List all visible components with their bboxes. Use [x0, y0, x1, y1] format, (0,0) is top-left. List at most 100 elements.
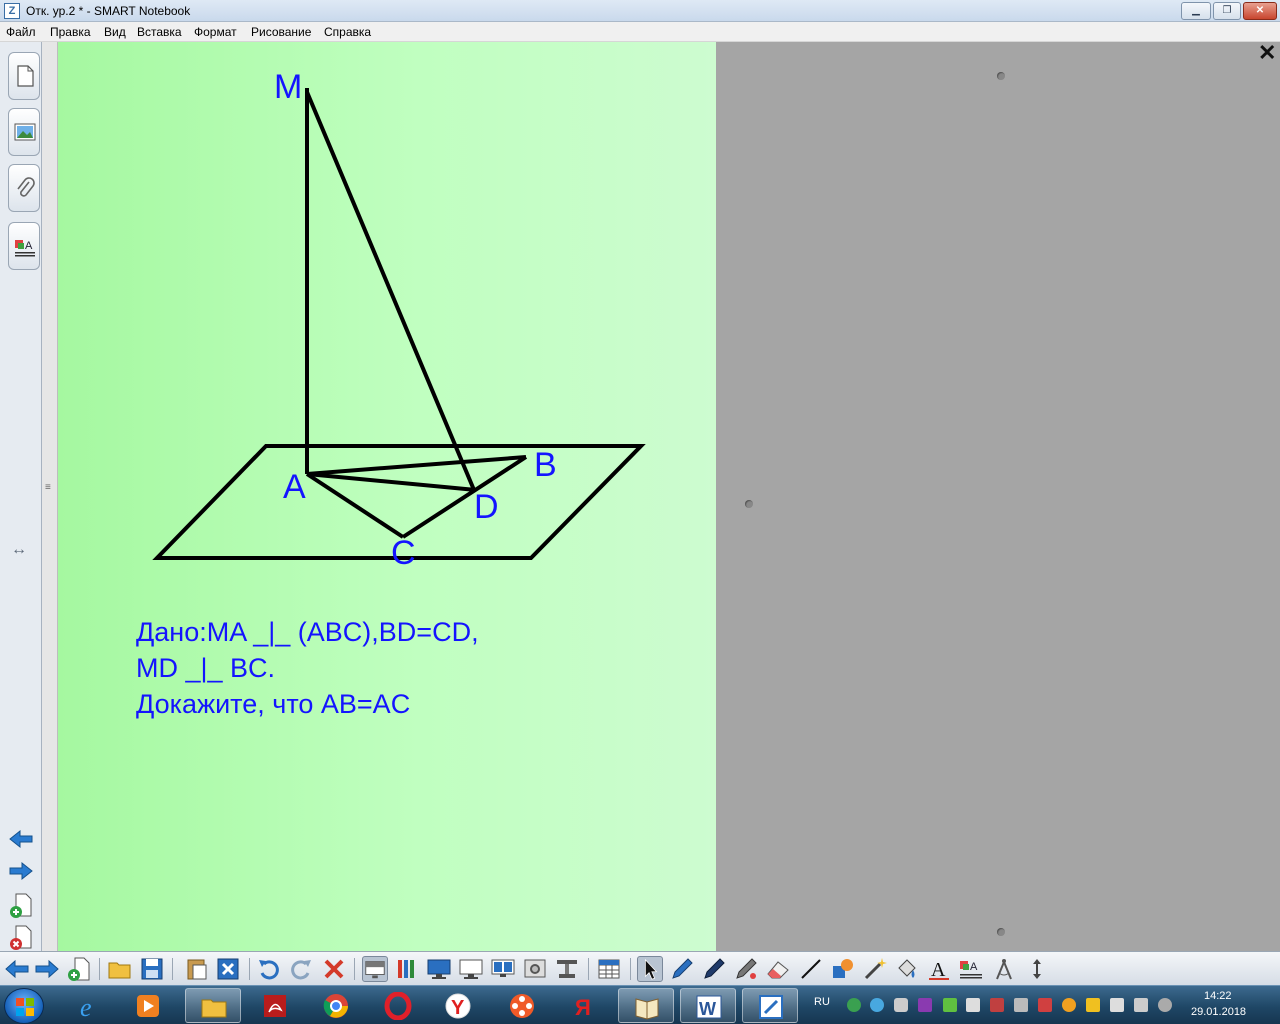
menu-view[interactable]: Вид — [104, 25, 126, 39]
screen-capture-icon[interactable] — [522, 956, 548, 982]
back-arrow-icon[interactable] — [4, 956, 30, 982]
tray-usb-icon[interactable] — [1134, 998, 1148, 1012]
acrobat-icon — [264, 995, 286, 1017]
yandex-button[interactable]: Я — [555, 988, 611, 1023]
svg-text:A: A — [931, 959, 946, 981]
menu-help[interactable]: Справка — [324, 25, 371, 39]
toolbar-separator — [354, 958, 355, 980]
add-page-icon[interactable] — [66, 956, 92, 982]
tray-monitor-icon[interactable] — [894, 998, 908, 1012]
menu-edit[interactable]: Правка — [50, 25, 91, 39]
minimize-button[interactable]: ▁ — [1181, 2, 1211, 20]
undo-icon[interactable] — [256, 956, 282, 982]
segment-ab[interactable] — [306, 455, 527, 476]
magic-wand-icon[interactable] — [862, 956, 888, 982]
pen-icon[interactable] — [669, 956, 695, 982]
gallery-tab[interactable] — [8, 108, 40, 156]
yandex-browser-button[interactable]: Y — [430, 988, 486, 1023]
tray-onenote-icon[interactable] — [918, 998, 932, 1012]
delete-icon[interactable] — [321, 956, 347, 982]
delete-page-icon[interactable] — [8, 924, 34, 952]
sidebar-splitter[interactable]: ≡ — [42, 42, 58, 951]
label-a[interactable]: A — [283, 468, 306, 506]
add-page-icon[interactable] — [8, 892, 34, 920]
tray-app-icon[interactable] — [847, 998, 861, 1012]
screen-shade-icon[interactable] — [362, 956, 388, 982]
open-folder-icon[interactable] — [107, 956, 133, 982]
tray-device-icon[interactable] — [990, 998, 1004, 1012]
pens-icon[interactable] — [394, 956, 420, 982]
label-c[interactable]: C — [391, 534, 416, 572]
dual-page-icon[interactable] — [490, 956, 516, 982]
close-page-icon[interactable]: ✕ — [1258, 42, 1276, 64]
label-d[interactable]: D — [474, 488, 499, 526]
full-screen-icon[interactable] — [458, 956, 484, 982]
tray-update-icon[interactable] — [1062, 998, 1076, 1012]
tray-flag-icon[interactable] — [1038, 998, 1052, 1012]
clock-time[interactable]: 14:22 — [1204, 990, 1232, 1002]
menu-draw[interactable]: Рисование — [251, 25, 311, 39]
shapes-icon[interactable] — [830, 956, 856, 982]
document-camera-icon[interactable] — [554, 956, 580, 982]
menu-format[interactable]: Формат — [194, 25, 237, 39]
chrome-button[interactable] — [308, 988, 364, 1023]
notebook-reader-button[interactable] — [618, 988, 674, 1023]
tray-network-icon[interactable] — [1014, 998, 1028, 1012]
properties-icon[interactable]: A — [958, 956, 984, 982]
text-icon[interactable]: A — [926, 956, 952, 982]
menu-file[interactable]: Файл — [6, 25, 36, 39]
redo-icon[interactable] — [288, 956, 314, 982]
move-toolbar-icon[interactable] — [1024, 956, 1050, 982]
tray-speaker-icon[interactable] — [1110, 998, 1124, 1012]
properties-tab[interactable]: A — [8, 222, 40, 270]
fill-icon[interactable] — [894, 956, 920, 982]
internet-explorer-button[interactable]: e — [62, 988, 118, 1023]
previous-page-icon[interactable] — [8, 828, 34, 850]
resize-handle[interactable] — [997, 928, 1005, 936]
geometry-drawing[interactable]: M A B C D — [58, 42, 716, 951]
start-button[interactable] — [4, 988, 44, 1024]
forward-arrow-icon[interactable] — [34, 956, 60, 982]
resize-handle[interactable] — [745, 500, 753, 508]
label-b[interactable]: B — [534, 446, 557, 484]
line-icon[interactable] — [798, 956, 824, 982]
compass-icon[interactable] — [991, 956, 1017, 982]
media-player-button[interactable] — [120, 988, 176, 1023]
eraser-icon[interactable] — [765, 956, 791, 982]
svg-text:W: W — [699, 999, 716, 1019]
save-icon[interactable] — [139, 956, 165, 982]
page-sorter-tab[interactable] — [8, 52, 40, 100]
smart-notebook-button[interactable] — [742, 988, 798, 1023]
paste-icon[interactable] — [184, 956, 210, 982]
resize-handle[interactable] — [997, 72, 1005, 80]
tray-globe-icon[interactable] — [1158, 998, 1172, 1012]
acrobat-button[interactable] — [247, 988, 303, 1023]
tray-battery-icon[interactable] — [1086, 998, 1100, 1012]
tray-green-icon[interactable] — [943, 998, 957, 1012]
segment-md[interactable] — [305, 91, 476, 491]
opera-button[interactable] — [370, 988, 426, 1023]
move-sidebar-icon[interactable]: ↔ — [11, 541, 27, 559]
next-page-icon[interactable] — [8, 860, 34, 882]
tray-sync-icon[interactable] — [870, 998, 884, 1012]
select-pointer-icon[interactable] — [637, 956, 663, 982]
problem-statement[interactable]: Дано:MA _|_ (ABC),BD=CD, MD _|_ BC. Дока… — [136, 614, 479, 722]
clock-date[interactable]: 29.01.2018 — [1191, 1006, 1246, 1018]
table-icon[interactable] — [596, 956, 622, 982]
media-app-button[interactable] — [494, 988, 550, 1023]
creative-pen-icon[interactable] — [701, 956, 727, 982]
magic-pen-icon[interactable] — [733, 956, 759, 982]
menu-insert[interactable]: Вставка — [137, 25, 182, 39]
off-page-area — [716, 42, 1280, 951]
word-button[interactable]: W — [680, 988, 736, 1023]
monitor-icon[interactable] — [426, 956, 452, 982]
delete-page-icon[interactable] — [215, 956, 241, 982]
restore-button[interactable]: ❐ — [1213, 2, 1241, 20]
explorer-button[interactable] — [185, 988, 241, 1023]
attachments-tab[interactable] — [8, 164, 40, 212]
close-window-button[interactable]: ✕ — [1243, 2, 1277, 20]
tray-volume-icon[interactable] — [966, 998, 980, 1012]
segment-ad[interactable] — [306, 472, 477, 492]
label-m[interactable]: M — [274, 68, 302, 106]
keyboard-language[interactable]: RU — [814, 996, 830, 1008]
